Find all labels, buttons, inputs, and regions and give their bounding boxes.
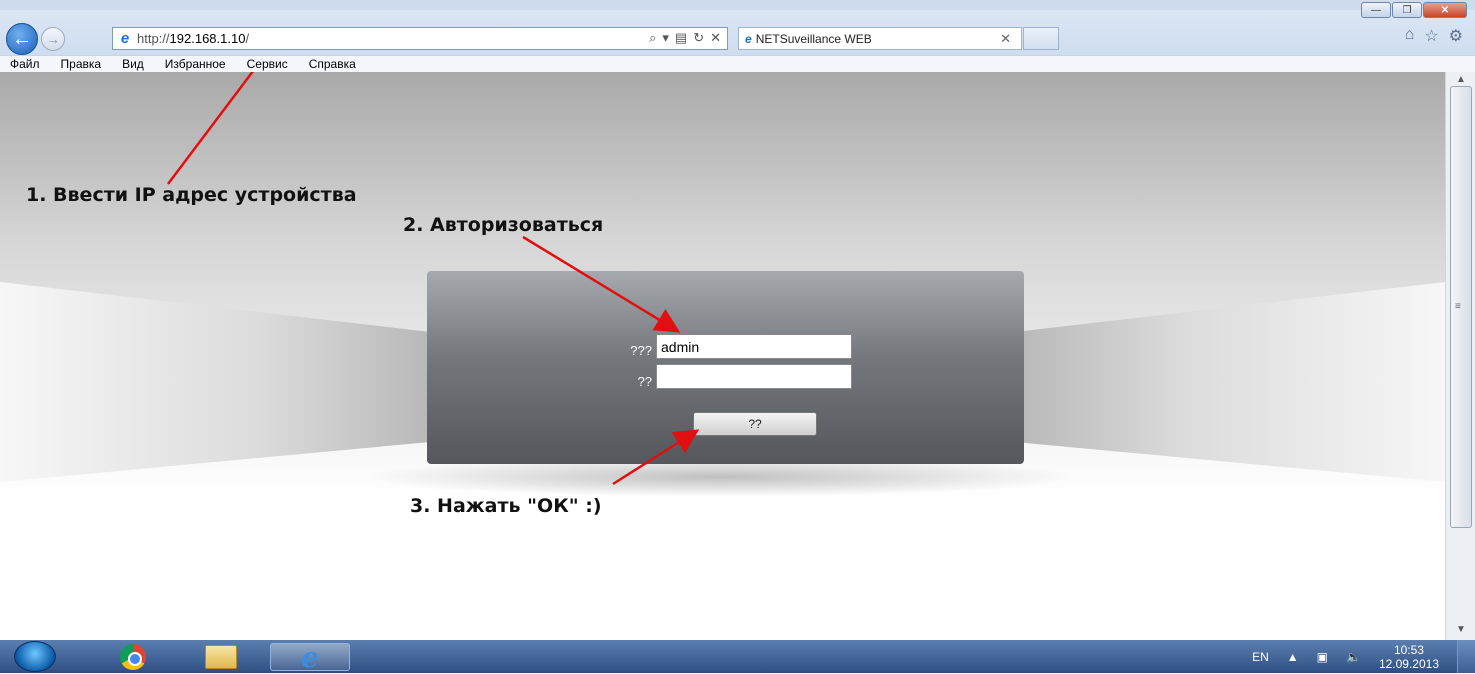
vertical-scrollbar[interactable]: ▲ ≡ ▼ <box>1445 72 1475 640</box>
address-bar[interactable]: e http://192.168.1.10/ ⌕ ▾ ▤ ↻ ✕ <box>112 27 728 50</box>
chrome-taskbar-button[interactable] <box>103 643 163 671</box>
browser-chrome: — ❐ ✕ ← → e http://192.168.1.10/ ⌕ ▾ ▤ ↻… <box>0 0 1475 72</box>
refresh-icon[interactable]: ↻ <box>693 30 704 46</box>
page-content: ??? ?? ?? 1. Ввести IP адрес устройства … <box>0 72 1445 640</box>
ie-taskbar-button[interactable]: e <box>270 640 350 674</box>
ie-favicon-icon: e <box>745 31 752 46</box>
url-scheme: http:// <box>137 31 170 46</box>
volume-icon[interactable]: 🔈 <box>1346 650 1361 664</box>
clock-time: 10:53 <box>1393 642 1424 657</box>
menu-view[interactable]: Вид <box>122 57 144 71</box>
tray-expand-icon[interactable]: ▲ <box>1287 650 1299 664</box>
favorites-star-icon[interactable]: ☆ <box>1424 26 1438 46</box>
search-icon[interactable]: ⌕ <box>649 30 656 46</box>
title-bar <box>0 0 1475 10</box>
tab-label: NETSuveillance WEB <box>755 31 872 46</box>
url-text[interactable]: http://192.168.1.10/ <box>137 31 249 46</box>
ie-favicon-icon: e <box>120 30 130 47</box>
window-controls: — ❐ ✕ <box>1361 2 1467 18</box>
ie-icon: e <box>301 640 319 674</box>
taskbar: e EN ▲ ▣ 🔈 10:53 12.09.2013 <box>0 640 1475 674</box>
menu-file[interactable]: Файл <box>10 57 40 71</box>
browser-toolbar-icons: ⌂ ☆ ⚙ <box>1405 26 1463 46</box>
arrow-to-username <box>522 235 681 333</box>
minimize-button[interactable]: — <box>1361 2 1391 18</box>
explorer-taskbar-button[interactable] <box>191 643 251 671</box>
system-tray: EN ▲ ▣ 🔈 10:53 12.09.2013 <box>1252 640 1439 673</box>
scroll-down-icon[interactable]: ▼ <box>1448 624 1474 638</box>
clock[interactable]: 10:53 12.09.2013 <box>1379 643 1439 671</box>
stop-icon[interactable]: ✕ <box>710 30 721 46</box>
forward-button[interactable]: → <box>41 27 65 51</box>
address-tools: ⌕ ▾ ▤ ↻ ✕ <box>649 30 721 46</box>
show-desktop-button[interactable] <box>1457 640 1475 673</box>
menu-bar: Файл Правка Вид Избранное Сервис Справка <box>0 55 1475 72</box>
chrome-icon <box>120 644 146 670</box>
menu-help[interactable]: Справка <box>309 57 356 71</box>
folder-icon <box>205 645 237 669</box>
new-tab-button[interactable] <box>1023 27 1059 50</box>
menu-tools[interactable]: Сервис <box>247 57 288 71</box>
compat-view-icon[interactable]: ▤ <box>675 30 687 46</box>
language-indicator[interactable]: EN <box>1252 650 1269 664</box>
home-icon[interactable]: ⌂ <box>1405 26 1415 46</box>
menu-edit[interactable]: Правка <box>61 57 102 71</box>
menu-favorites[interactable]: Избранное <box>165 57 226 71</box>
tab-close-icon[interactable]: ✕ <box>1000 31 1011 47</box>
scroll-thumb[interactable]: ≡ <box>1450 86 1472 528</box>
tab-netsurveillance[interactable]: e NETSuveillance WEB ✕ <box>738 27 1022 50</box>
url-path: / <box>245 31 250 46</box>
arrow-right-icon: → <box>46 31 60 47</box>
grip-icon: ≡ <box>1455 301 1461 312</box>
url-host: 192.168.1.10 <box>169 31 246 46</box>
annotation-arrows <box>167 72 700 486</box>
restore-button[interactable]: ❐ <box>1392 2 1422 18</box>
arrow-to-ok <box>612 429 700 486</box>
arrow-left-icon: ← <box>12 27 32 50</box>
gear-icon[interactable]: ⚙ <box>1449 26 1463 46</box>
close-button[interactable]: ✕ <box>1423 2 1467 18</box>
clock-date: 12.09.2013 <box>1378 656 1439 671</box>
start-button[interactable] <box>14 641 56 672</box>
arrow-to-address <box>167 72 254 185</box>
dropdown-icon[interactable]: ▾ <box>662 30 669 46</box>
back-button[interactable]: ← <box>6 23 38 55</box>
network-icon[interactable]: ▣ <box>1317 650 1328 664</box>
